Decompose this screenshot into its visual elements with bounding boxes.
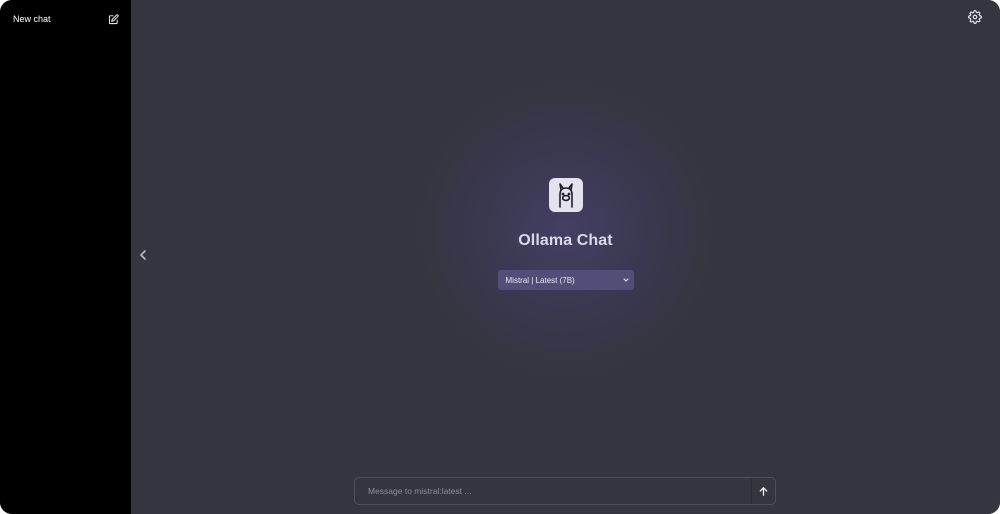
new-chat-label: New chat bbox=[13, 14, 51, 24]
send-button[interactable] bbox=[751, 478, 775, 504]
llama-icon bbox=[558, 183, 573, 208]
arrow-up-icon bbox=[759, 486, 768, 496]
gear-icon[interactable] bbox=[968, 10, 982, 24]
new-chat-button[interactable]: New chat bbox=[6, 8, 126, 30]
edit-icon bbox=[108, 13, 119, 24]
chevron-down-icon bbox=[622, 278, 629, 282]
sidebar: New chat bbox=[0, 0, 131, 514]
model-select-value: Mistral | Latest (7B) bbox=[505, 275, 575, 285]
app-window: New chat Ollama Chat Mistral | Latest (7… bbox=[0, 0, 1000, 514]
welcome-hero: Ollama Chat Mistral | Latest (7B) bbox=[131, 178, 1000, 290]
model-select[interactable]: Mistral | Latest (7B) bbox=[497, 270, 634, 290]
ollama-logo bbox=[548, 178, 583, 212]
app-title: Ollama Chat bbox=[518, 232, 613, 249]
chat-main: Ollama Chat Mistral | Latest (7B) bbox=[131, 0, 1000, 514]
message-composer bbox=[354, 477, 776, 505]
message-input[interactable] bbox=[355, 478, 751, 504]
